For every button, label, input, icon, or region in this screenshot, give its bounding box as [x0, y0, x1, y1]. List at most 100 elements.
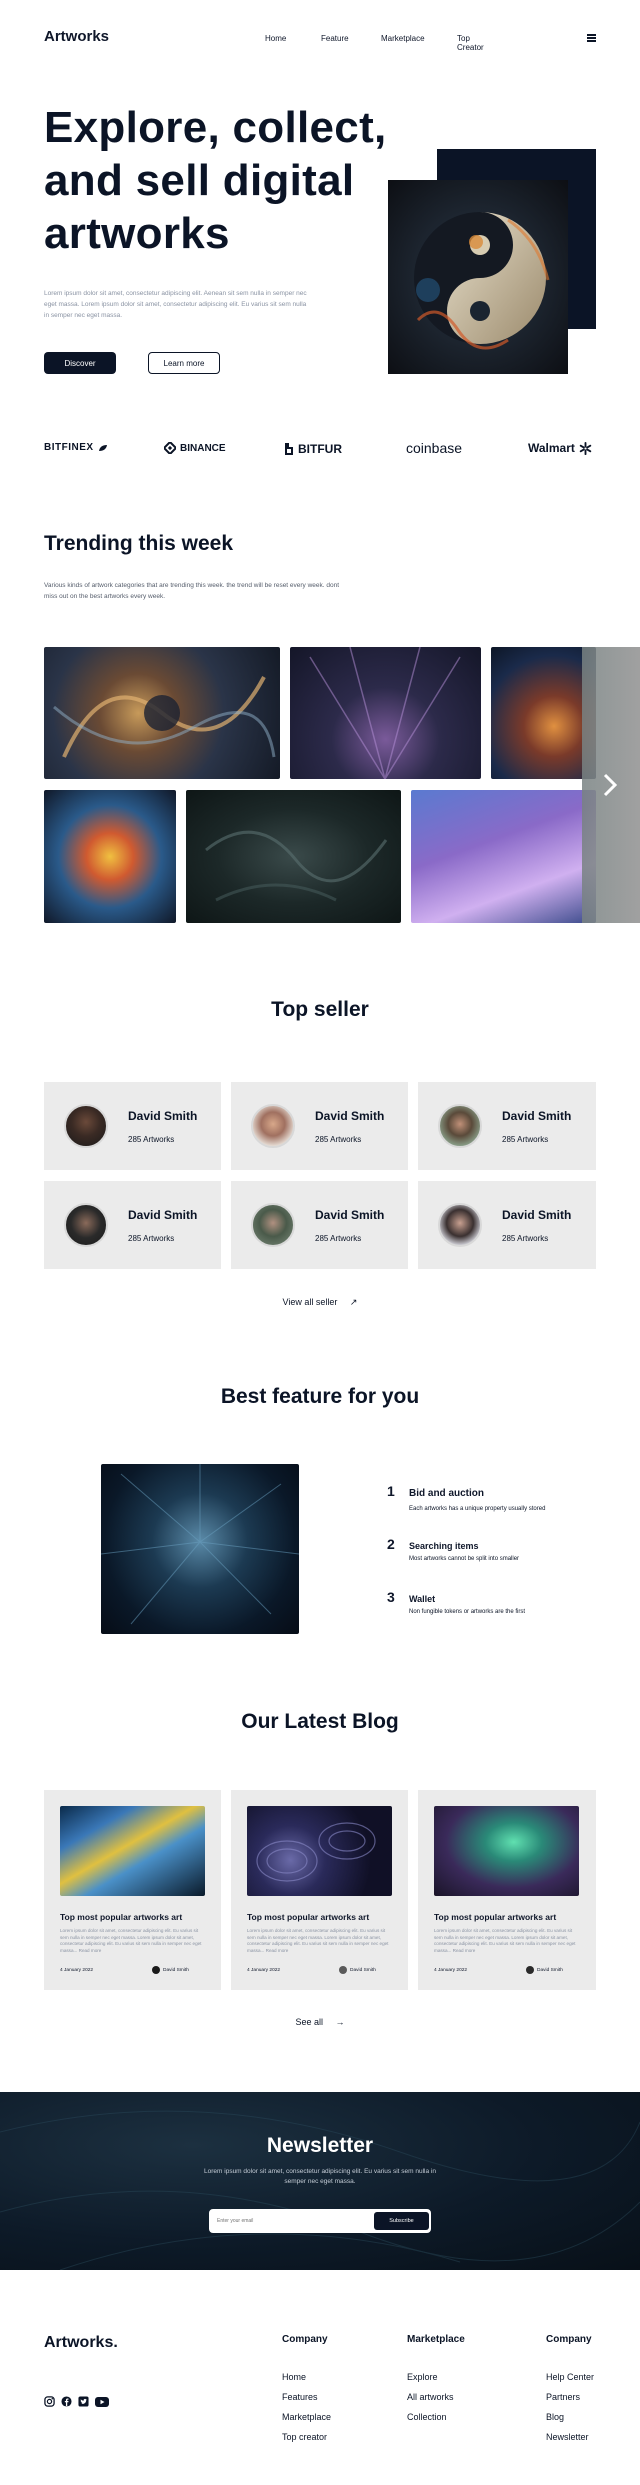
seller-card[interactable]: David Smith 285 Artworks: [44, 1082, 221, 1170]
trending-artwork-5[interactable]: [186, 790, 401, 923]
trending-artwork-2[interactable]: [290, 647, 481, 779]
avatar: [526, 1966, 534, 1974]
hero-description-line: eget massa. Lorem ipsum dolor sit amet, …: [44, 301, 307, 308]
footer-link[interactable]: Explore: [407, 2372, 438, 2382]
see-all-blog-link[interactable]: See all →: [0, 2017, 640, 2027]
youtube-icon[interactable]: [95, 2396, 109, 2407]
twitter-icon[interactable]: [78, 2396, 89, 2407]
see-all-label: See all: [295, 2017, 323, 2027]
blog-card-title: Top most popular artworks art: [60, 1912, 183, 1922]
trending-artwork-3[interactable]: [491, 647, 596, 779]
blog-card-date: 4 January 2022: [434, 1968, 468, 1973]
footer-column: Marketplace Explore All artworks Collect…: [407, 2334, 465, 2422]
footer-link[interactable]: Blog: [546, 2412, 564, 2422]
features-title: Best feature for you: [220, 1385, 420, 1408]
binance-diamond-icon: [164, 442, 176, 454]
trending-artwork-4[interactable]: [44, 790, 176, 923]
newsletter-description-line: semper nec eget massa.: [284, 2178, 356, 2185]
avatar: [251, 1104, 295, 1148]
blog-card-date: 4 January 2022: [60, 1968, 94, 1973]
view-all-seller-link[interactable]: View all seller ↗: [0, 1297, 640, 1308]
chevron-right-icon[interactable]: [602, 773, 618, 797]
seller-name: David Smith: [128, 1108, 198, 1123]
avatar: [64, 1104, 108, 1148]
footer-link[interactable]: Help Center: [546, 2372, 594, 2382]
blog-card-date: 4 January 2022: [247, 1968, 281, 1973]
blog-card-title: Top most popular artworks art: [247, 1912, 370, 1922]
feature-number: 2: [387, 1536, 395, 1552]
footer-logo[interactable]: Artworks.: [44, 2334, 118, 2352]
blog-card[interactable]: Top most popular artworks art Lorem ipsu…: [418, 1790, 596, 1990]
footer-link[interactable]: Marketplace: [282, 2412, 331, 2422]
nav-marketplace[interactable]: Marketplace: [381, 34, 425, 43]
seller-card[interactable]: David Smith 285 Artworks: [231, 1181, 408, 1269]
hero-title-line: Explore, collect,: [44, 103, 387, 152]
learn-more-button[interactable]: Learn more: [148, 352, 220, 374]
blog-card-author: David Smith: [152, 1966, 189, 1974]
avatar: [152, 1966, 160, 1974]
feature-title: Searching items: [409, 1541, 479, 1551]
hero-description: Lorem ipsum dolor sit amet, consectetur …: [44, 288, 314, 321]
newsletter-description: Lorem ipsum dolor sit amet, consectetur …: [0, 2167, 640, 2187]
blog-card-excerpt: Lorem ipsum dolor sit amet, consectetur …: [434, 1928, 576, 1953]
blog-card[interactable]: Top most popular artworks art Lorem ipsu…: [231, 1790, 408, 1990]
nav-home[interactable]: Home: [265, 34, 286, 43]
top-seller-title: Top seller: [271, 998, 369, 1021]
blog-card-author: David Smith: [339, 1966, 376, 1974]
blog-card-excerpt: Lorem ipsum dolor sit amet, consectetur …: [60, 1928, 202, 1953]
seller-artworks: 285 Artworks: [315, 1233, 362, 1243]
footer-link[interactable]: Features: [282, 2392, 318, 2402]
footer-column-title: Company: [282, 2334, 328, 2345]
brand-bitfinex: BITFINEX: [44, 442, 108, 453]
footer-link[interactable]: All artworks: [407, 2392, 454, 2402]
arrow-up-right-icon: ↗: [349, 1297, 358, 1307]
blog-card-image: [247, 1806, 392, 1896]
feature-title: Wallet: [409, 1594, 436, 1604]
trending-title: Trending this week: [44, 532, 234, 555]
seller-name: David Smith: [128, 1207, 198, 1222]
feature-number: 1: [387, 1483, 395, 1499]
avatar: [251, 1203, 295, 1247]
instagram-icon[interactable]: [44, 2396, 55, 2407]
trending-description-line: miss out on the best artworks every week…: [44, 593, 166, 600]
brand-walmart-label: Walmart: [528, 441, 575, 455]
feature-number: 3: [387, 1589, 395, 1605]
bitfinex-leaf-icon: [98, 444, 107, 451]
seller-card[interactable]: David Smith 285 Artworks: [418, 1181, 596, 1269]
feature-desc: Most artworks cannot be split into small…: [409, 1556, 520, 1562]
hero-description-line: Lorem ipsum dolor sit amet, consectetur …: [44, 290, 307, 297]
blog-card-image: [60, 1806, 205, 1896]
nav-feature[interactable]: Feature: [321, 34, 349, 43]
footer-link[interactable]: Collection: [407, 2412, 447, 2422]
hero-artwork-image: [388, 180, 568, 374]
footer-link[interactable]: Partners: [546, 2392, 580, 2402]
facebook-icon[interactable]: [61, 2396, 72, 2407]
brand-coinbase: coinbase: [406, 440, 462, 456]
footer-column: Company Help Center Partners Blog Newsle…: [546, 2334, 594, 2442]
bitfur-icon: [285, 443, 293, 455]
brand-coinbase-label: coinbase: [406, 440, 463, 456]
seller-card[interactable]: David Smith 285 Artworks: [44, 1181, 221, 1269]
footer-column-title: Marketplace: [407, 2334, 465, 2345]
footer-link[interactable]: Top creator: [282, 2432, 327, 2442]
hamburger-icon[interactable]: [587, 34, 596, 42]
seller-artworks: 285 Artworks: [502, 1233, 549, 1243]
trending-artwork-6[interactable]: [411, 790, 596, 923]
discover-button[interactable]: Discover: [44, 352, 116, 374]
seller-artworks: 285 Artworks: [128, 1233, 175, 1243]
nav-top-creator[interactable]: Top Creator: [457, 34, 484, 52]
brand-logos-row: BITFINEX BINANCE BITFUR coinbase Walmart: [44, 440, 596, 462]
seller-card[interactable]: David Smith 285 Artworks: [231, 1082, 408, 1170]
footer-link[interactable]: Home: [282, 2372, 306, 2382]
footer-link[interactable]: Newsletter: [546, 2432, 589, 2442]
seller-name: David Smith: [315, 1207, 385, 1222]
blog-card[interactable]: Top most popular artworks art Lorem ipsu…: [44, 1790, 221, 1990]
seller-card[interactable]: David Smith 285 Artworks: [418, 1082, 596, 1170]
site-logo[interactable]: Artworks: [44, 28, 109, 45]
trending-artwork-1[interactable]: [44, 647, 280, 779]
blog-card-author-name: David Smith: [350, 1967, 376, 1973]
email-field[interactable]: [217, 2214, 347, 2228]
subscribe-button[interactable]: Subscribe: [374, 2212, 429, 2230]
seller-artworks: 285 Artworks: [128, 1134, 175, 1144]
walmart-spark-icon: [579, 441, 592, 455]
